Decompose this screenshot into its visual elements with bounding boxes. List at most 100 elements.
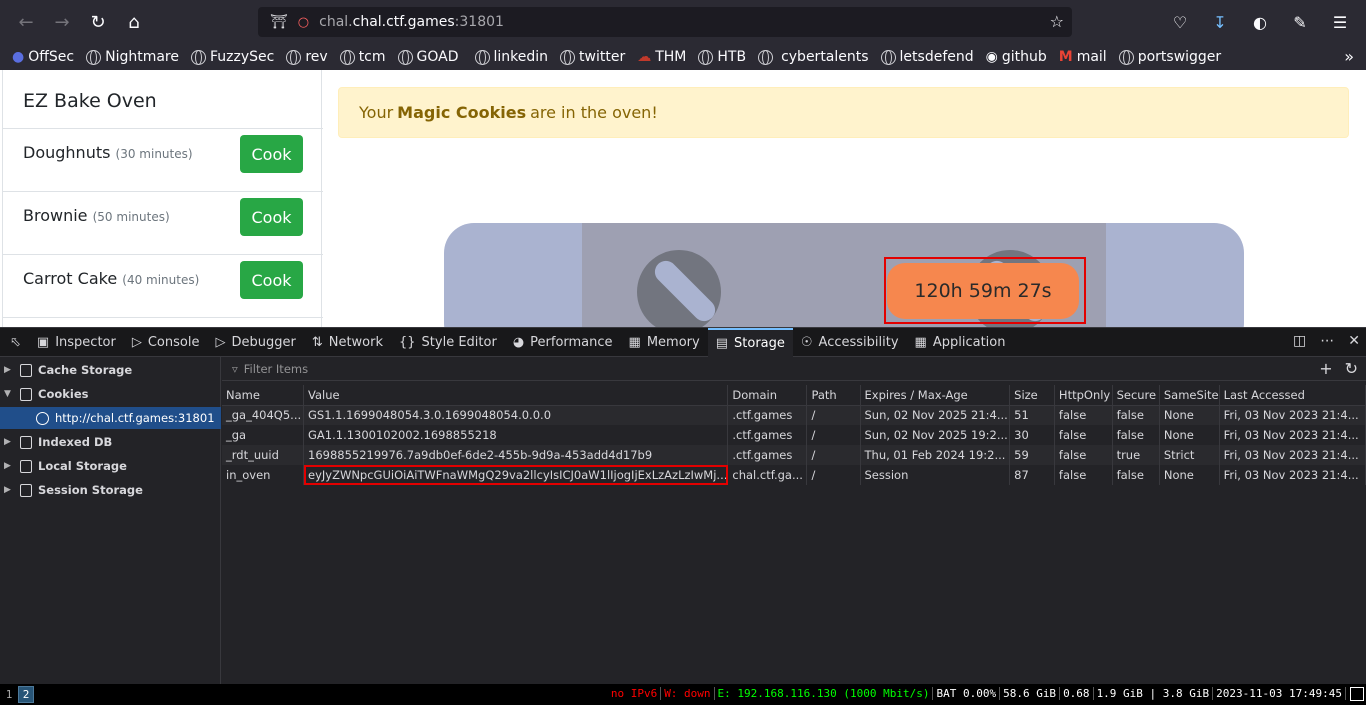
col-domain[interactable]: Domain <box>727 385 808 406</box>
tab-storage[interactable]: ▤ Storage <box>707 327 793 357</box>
inspector-icon: ▣ <box>36 334 50 350</box>
tree-cookies[interactable]: ▼ Cookies <box>0 383 221 405</box>
tab-network[interactable]: ⇅ Network <box>304 328 391 357</box>
col-name[interactable]: Name <box>222 385 304 406</box>
debugger-icon: ▷ <box>215 334 226 350</box>
extensions-icon[interactable]: ✎ <box>1282 6 1318 38</box>
workspace-1[interactable]: 1 <box>1 686 17 703</box>
bookmark-item[interactable]: HTB <box>698 49 746 65</box>
col-httponly[interactable]: HttpOnly <box>1054 385 1113 406</box>
col-value[interactable]: Value <box>303 385 729 406</box>
tab-inspector[interactable]: ▣ Inspector <box>29 328 124 357</box>
col-secure[interactable]: Secure <box>1112 385 1160 406</box>
reload-icon[interactable]: ↻ <box>80 6 116 38</box>
more-options-icon[interactable]: ⋯ <box>1320 333 1334 349</box>
lock-icon[interactable]: ○ <box>298 15 309 30</box>
console-icon: ▷ <box>131 334 142 350</box>
dock-side-icon[interactable]: ◫ <box>1293 333 1306 349</box>
tab-application[interactable]: ▦ Application <box>907 328 1014 357</box>
bookmark-item[interactable]: Mmail <box>1059 49 1107 65</box>
downloads-icon[interactable]: ↧ <box>1202 6 1238 38</box>
browser-toolbar: ← → ↻ ⌂ ⛩ ○ chal. chal.ctf.games:31801 ☆ … <box>0 0 1366 44</box>
recipe-item: Doughnuts (30 minutes) Cook <box>3 128 323 191</box>
bookmark-item[interactable]: tcm <box>339 49 386 65</box>
bookmark-item[interactable]: FuzzySec <box>190 49 274 65</box>
back-arrow-icon[interactable]: ← <box>8 6 44 38</box>
cook-button[interactable]: Cook <box>240 198 303 236</box>
cook-button[interactable]: Cook <box>240 261 303 299</box>
bookmark-item[interactable]: ● OffSec <box>12 49 74 65</box>
col-size[interactable]: Size <box>1009 385 1055 406</box>
recipe-item: Brownie (50 minutes) Cook <box>3 191 323 254</box>
table-row[interactable]: _rdt_uuid 1698855219976.7a9db0ef-6de2-455… <box>222 445 1366 465</box>
bookmark-item[interactable]: GOAD <box>397 49 459 65</box>
bookmark-item[interactable]: ◉ github <box>986 49 1047 65</box>
recipe-name: Doughnuts (30 minutes) <box>23 143 193 162</box>
filter-input[interactable]: Filter Items <box>244 362 308 376</box>
tree-indexed-db[interactable]: ▶ Indexed DB <box>0 431 221 453</box>
tab-performance[interactable]: ◕ Performance <box>505 328 621 357</box>
shield-icon[interactable]: ⛩ <box>270 14 288 30</box>
col-last-accessed[interactable]: Last Accessed <box>1219 385 1366 406</box>
col-path[interactable]: Path <box>806 385 861 406</box>
home-icon[interactable]: ⌂ <box>116 6 152 38</box>
bookmark-item[interactable]: Nightmare <box>86 49 179 65</box>
in-oven-cookie-value[interactable]: eyJyZWNpcGUiOiAiTWFnaWMgQ29va2llcyIsICJ0… <box>303 465 729 485</box>
bookmark-item[interactable]: twitter <box>560 49 625 65</box>
tab-memory[interactable]: ▦ Memory <box>621 328 708 357</box>
pocket-icon[interactable]: ♡ <box>1162 6 1198 38</box>
tree-session-storage[interactable]: ▶ Session Storage <box>0 479 221 501</box>
gmail-icon: M <box>1058 49 1073 65</box>
performance-icon: ◕ <box>512 334 525 350</box>
globe-icon <box>698 49 714 65</box>
bookmark-item[interactable]: portswigger <box>1118 49 1221 65</box>
filter-bar[interactable]: ▿ Filter Items + ↻ <box>222 357 1366 381</box>
load-status: 0.68 <box>1060 687 1094 700</box>
globe-icon <box>880 49 896 65</box>
tab-style-editor[interactable]: {} Style Editor <box>391 328 505 357</box>
tab-debugger[interactable]: ▷ Debugger <box>207 328 303 357</box>
cook-button[interactable]: Cook <box>240 135 303 173</box>
menu-icon[interactable]: ☰ <box>1322 6 1358 38</box>
table-row[interactable]: _ga GA1.1.1300102002.1698855218 .ctf.games… <box>222 425 1366 445</box>
tab-accessibility[interactable]: ☉ Accessibility <box>793 328 907 357</box>
storage-sidebar: ▶ Cache Storage ▼ Cookies http://chal.ctf.… <box>0 357 221 685</box>
workspace-2[interactable]: 2 <box>18 686 34 703</box>
globe-icon <box>758 49 774 65</box>
tab-console[interactable]: ▷ Console <box>124 328 208 357</box>
col-expires[interactable]: Expires / Max-Age <box>860 385 1011 406</box>
add-item-icon[interactable]: + <box>1319 359 1332 378</box>
refresh-icon[interactable]: ↻ <box>1345 359 1358 378</box>
bookmark-item[interactable]: cybertalents <box>758 49 869 65</box>
globe-icon <box>397 49 413 65</box>
bookmark-item[interactable]: linkedin <box>474 49 548 65</box>
globe-icon <box>560 49 576 65</box>
oven-alert: Your Magic Cookies are in the oven! <box>338 87 1349 138</box>
oven-panel: 120h 59m 27s <box>582 223 1106 327</box>
wifi-status: W: down <box>661 687 715 700</box>
close-icon[interactable]: ✕ <box>1348 333 1360 349</box>
battery-status: BAT 0.00% <box>933 687 1001 700</box>
account-icon[interactable]: ◐ <box>1242 6 1278 38</box>
bookmark-item[interactable]: rev <box>286 49 328 65</box>
table-row[interactable]: in_oven eyJyZWNpcGUiOiAiTWFnaWMgQ29va2llc… <box>222 465 1366 485</box>
bookmark-item[interactable]: letsdefend <box>880 49 974 65</box>
globe-icon <box>36 411 49 425</box>
globe-icon <box>190 49 206 65</box>
forward-arrow-icon[interactable]: → <box>44 6 80 38</box>
element-picker-icon[interactable]: ⬁ <box>0 328 29 357</box>
bookmark-item[interactable]: ☁ THM <box>637 49 686 65</box>
filter-icon: ▿ <box>232 361 238 376</box>
bookmarks-overflow-icon[interactable]: » <box>1344 47 1354 66</box>
table-row[interactable]: _ga_404Q5... GS1.1.1699048054.3.0.1699048… <box>222 405 1366 425</box>
tree-cache-storage[interactable]: ▶ Cache Storage <box>0 359 221 381</box>
tray-icon[interactable] <box>1350 687 1364 701</box>
tree-local-storage[interactable]: ▶ Local Storage <box>0 455 221 477</box>
url-bar[interactable]: ⛩ ○ chal. chal.ctf.games:31801 ☆ <box>258 7 1072 37</box>
bookmark-star-icon[interactable]: ☆ <box>1050 12 1064 31</box>
cookies-table: Name Value Domain Path Expires / Max-Age… <box>222 385 1366 485</box>
storage-icon: ▤ <box>715 335 729 351</box>
col-samesite[interactable]: SameSite <box>1159 385 1220 406</box>
tree-cookie-host[interactable]: http://chal.ctf.games:31801 <box>0 407 221 429</box>
expand-arrow-icon: ▶ <box>4 365 11 375</box>
